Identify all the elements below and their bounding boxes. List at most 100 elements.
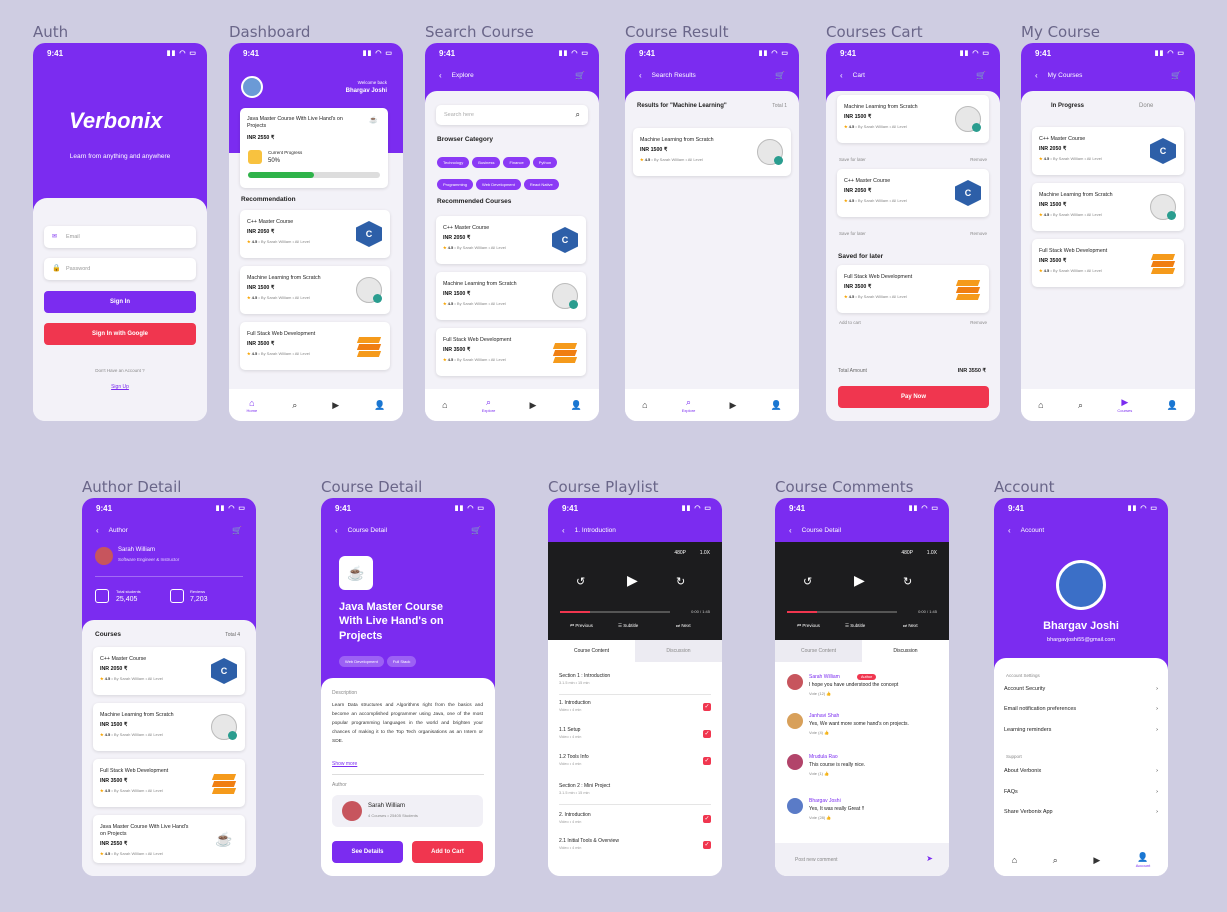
course-card[interactable]: Full Stack Web Development INR 3500 ₹ ★ 4.… — [837, 265, 989, 313]
tab-explore[interactable]: ⌕ Explore — [682, 397, 696, 413]
back-icon[interactable]: ‹ — [1008, 526, 1011, 535]
subtitle-button[interactable]: ☰ Subtitle — [845, 623, 865, 629]
share-item[interactable]: Share Verbonix App › — [1004, 809, 1158, 815]
cart-icon[interactable]: 🛒 — [232, 526, 242, 535]
vote-button[interactable]: Vote (12) 👍 — [809, 691, 831, 696]
course-card[interactable]: C++ Master Course INR 2050 ₹ ★ 4.5 • By Sa… — [1032, 127, 1184, 175]
signin-button[interactable]: Sign In — [44, 291, 196, 313]
tab-discussion[interactable]: Discussion — [862, 640, 949, 662]
tab-course-content[interactable]: Course Content — [548, 640, 635, 662]
back-icon[interactable]: ‹ — [840, 71, 843, 80]
course-card[interactable]: Full Stack Web Development INR 3500 ₹ ★ 4.… — [240, 322, 390, 370]
vote-button[interactable]: Vote (1) 👍 — [809, 771, 829, 776]
email-prefs-item[interactable]: Email notification preferences › — [1004, 706, 1158, 712]
search-tab-icon[interactable]: ⌕ — [1078, 400, 1083, 411]
checkbox-icon[interactable]: ✓ — [703, 703, 711, 711]
back-icon[interactable]: ‹ — [335, 526, 338, 535]
cart-icon[interactable]: 🛒 — [976, 71, 986, 80]
cart-icon[interactable]: 🛒 — [775, 71, 785, 80]
search-tab-icon[interactable]: ⌕ — [1053, 855, 1058, 866]
checkbox-icon[interactable]: ✓ — [703, 730, 711, 738]
forward-icon[interactable]: ↻ — [676, 575, 685, 588]
tab-home[interactable]: ⌂ Home — [247, 398, 258, 413]
see-details-button[interactable]: See Details — [332, 841, 403, 863]
lesson-item[interactable]: 2. Introduction Video • 4 min ✓ — [559, 812, 711, 834]
category-chip[interactable]: Business — [472, 157, 501, 168]
section-header[interactable]: Section 2 : Mini Project 3.1.5 min • 15 m… — [559, 783, 711, 805]
search-input[interactable]: Search here ⌕ — [436, 105, 588, 125]
course-card[interactable]: C++ Master Course INR 2050 ₹ ★ 4.5 • By Sa… — [93, 647, 245, 695]
category-chip[interactable]: Web Development — [476, 179, 521, 190]
subtitle-button[interactable]: ☰ Subtitle — [618, 623, 638, 629]
progress-card[interactable]: Java Master Course With Live Hand's on P… — [240, 108, 388, 188]
back-icon[interactable]: ‹ — [789, 526, 792, 535]
save-later-link[interactable]: Save for later — [839, 231, 866, 236]
vote-button[interactable]: Vote (28) 👍 — [809, 815, 831, 820]
lesson-item[interactable]: 2.1 Initial Tools & Overview Video • 4 mi… — [559, 838, 711, 860]
next-button[interactable]: ⏭ Next — [903, 623, 918, 628]
category-chip[interactable]: Finance — [503, 157, 530, 168]
add-to-cart-link[interactable]: Add to cart — [839, 320, 861, 325]
pay-now-button[interactable]: Pay Now — [838, 386, 989, 408]
back-icon[interactable]: ‹ — [562, 526, 565, 535]
course-card[interactable]: Machine Learning from Scratch INR 1500 ₹ ★… — [436, 272, 586, 320]
remove-link[interactable]: Remove — [970, 320, 987, 325]
video-player[interactable]: 480P 1.0X ↺ ▶ ↻ 0:00 / 1:45 ⏮ Previous ☰… — [775, 542, 949, 640]
back-icon[interactable]: ‹ — [639, 71, 642, 80]
category-chip[interactable]: Programming — [437, 179, 474, 190]
seek-bar[interactable] — [560, 611, 670, 613]
back-icon[interactable]: ‹ — [439, 71, 442, 80]
profile-tab-icon[interactable]: 👤 — [771, 400, 782, 411]
avatar[interactable] — [1056, 560, 1106, 610]
play-tab-icon[interactable]: ▶ — [332, 400, 339, 411]
course-card[interactable]: Machine Learning from Scratch INR 1500 ₹ ★… — [633, 128, 791, 176]
comment-input[interactable]: Post new comment ➤ — [775, 843, 949, 876]
course-card[interactable]: Full Stack Web Development INR 3500 ₹ ★ 4.… — [93, 759, 245, 807]
course-card[interactable]: C++ Master Course INR 2050 ₹ ★ 4.5 • By Sa… — [240, 210, 390, 258]
add-to-cart-button[interactable]: Add to Cart — [412, 841, 483, 863]
about-item[interactable]: About Verbonix › — [1004, 768, 1158, 774]
category-chip[interactable]: React Native — [523, 179, 559, 190]
password-field[interactable]: 🔒 Password — [44, 258, 196, 280]
cart-icon[interactable]: 🛒 — [575, 71, 585, 80]
course-card[interactable]: C++ Master Course INR 2050 ₹ ★ 4.5 • By Sa… — [436, 216, 586, 264]
profile-tab-icon[interactable]: 👤 — [1167, 400, 1178, 411]
lesson-item[interactable]: 1.2 Tools Info Video • 4 min ✓ — [559, 754, 711, 776]
seek-bar[interactable] — [787, 611, 897, 613]
remove-link[interactable]: Remove — [970, 231, 987, 236]
avatar[interactable] — [241, 76, 263, 98]
home-tab-icon[interactable]: ⌂ — [1038, 400, 1043, 410]
tab-course-content[interactable]: Course Content — [775, 640, 862, 662]
home-tab-icon[interactable]: ⌂ — [442, 400, 447, 410]
course-card[interactable]: Java Master Course With Live Hand's on P… — [93, 815, 245, 863]
signup-link[interactable]: Sign Up — [33, 384, 207, 390]
course-card[interactable]: Full Stack Web Development INR 3500 ₹ ★ 4.… — [436, 328, 586, 376]
profile-tab-icon[interactable]: 👤 — [571, 400, 582, 411]
play-tab-icon[interactable]: ▶ — [730, 400, 737, 411]
search-tab-icon[interactable]: ⌕ — [292, 400, 297, 411]
play-icon[interactable]: ▶ — [627, 572, 638, 589]
course-card[interactable]: Machine Learning from Scratch INR 1500 ₹ ★… — [240, 266, 390, 314]
save-later-link[interactable]: Save for later — [839, 157, 866, 162]
category-chip[interactable]: Python — [532, 157, 558, 168]
next-button[interactable]: ⏭ Next — [676, 623, 691, 628]
prev-button[interactable]: ⏮ Previous — [797, 623, 820, 628]
tab-done[interactable]: Done — [1139, 103, 1153, 109]
rewind-icon[interactable]: ↺ — [576, 575, 585, 588]
profile-tab-icon[interactable]: 👤 — [374, 400, 385, 411]
rewind-icon[interactable]: ↺ — [803, 575, 812, 588]
checkbox-icon[interactable]: ✓ — [703, 757, 711, 765]
course-card[interactable]: Machine Learning from Scratch INR 1500 ₹ ★… — [837, 95, 989, 143]
learning-reminders-item[interactable]: Learning reminders › — [1004, 727, 1158, 733]
back-icon[interactable]: ‹ — [96, 526, 99, 535]
course-card[interactable]: Machine Learning from Scratch INR 1500 ₹ ★… — [1032, 183, 1184, 231]
tab-explore[interactable]: ⌕ Explore — [482, 397, 496, 413]
course-card[interactable]: Machine Learning from Scratch INR 1500 ₹ ★… — [93, 703, 245, 751]
show-more-link[interactable]: Show more — [332, 761, 357, 767]
category-chip[interactable]: Technology — [437, 157, 470, 168]
faqs-item[interactable]: FAQs › — [1004, 789, 1158, 795]
checkbox-icon[interactable]: ✓ — [703, 841, 711, 849]
back-icon[interactable]: ‹ — [1035, 71, 1038, 80]
checkbox-icon[interactable]: ✓ — [703, 815, 711, 823]
cart-icon[interactable]: 🛒 — [1171, 71, 1181, 80]
